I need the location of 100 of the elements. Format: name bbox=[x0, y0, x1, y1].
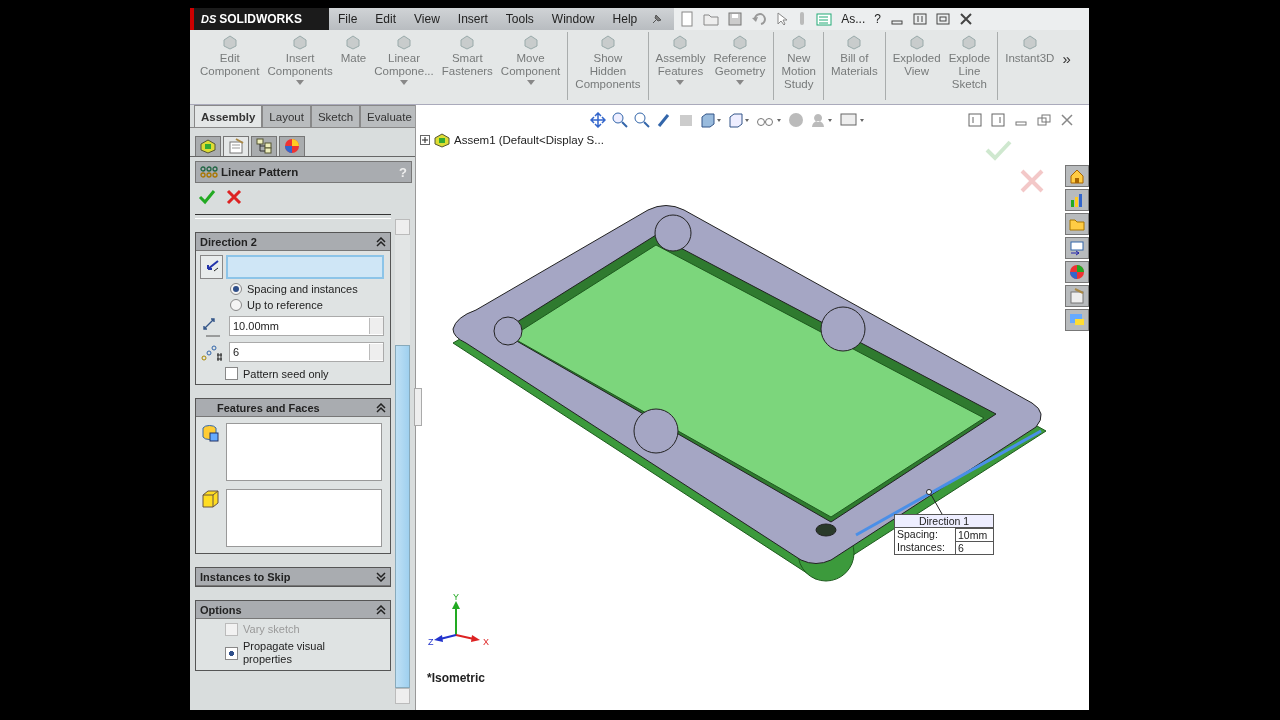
ribbon-button[interactable]: Show Hidden Components bbox=[567, 32, 645, 100]
caret-icon bbox=[676, 80, 685, 85]
caret-icon bbox=[526, 80, 535, 85]
tool-icon bbox=[960, 34, 979, 50]
ribbon-button[interactable]: Bill of Materials bbox=[823, 32, 882, 100]
task-pane-tab[interactable] bbox=[1065, 237, 1089, 259]
zoom-icon[interactable] bbox=[612, 112, 628, 128]
new-document-icon[interactable] bbox=[680, 11, 695, 27]
tree-item[interactable]: Assem1 (Default<Display S... bbox=[454, 134, 604, 146]
cube-icon bbox=[199, 138, 217, 154]
ribbon-button[interactable]: Explode Line Sketch bbox=[944, 32, 995, 93]
callout-value[interactable]: 6 bbox=[955, 541, 993, 554]
close-icon[interactable] bbox=[1060, 113, 1074, 127]
undo-icon[interactable] bbox=[751, 12, 768, 26]
checkbox[interactable] bbox=[225, 367, 238, 380]
display-style-icon[interactable] bbox=[728, 112, 750, 128]
tool-icon bbox=[671, 34, 690, 50]
direction-field[interactable] bbox=[226, 255, 384, 279]
folder-icon[interactable] bbox=[703, 12, 720, 26]
pattern-icon bbox=[200, 166, 218, 178]
task-pane-tab[interactable] bbox=[1065, 213, 1089, 235]
cancel-icon[interactable] bbox=[226, 189, 242, 205]
radio-button[interactable] bbox=[230, 283, 242, 295]
task-pane-tab[interactable] bbox=[1065, 285, 1089, 307]
ribbon-button[interactable]: Exploded View bbox=[884, 32, 945, 100]
panel-collapse-handle[interactable] bbox=[414, 388, 422, 426]
command-tab[interactable]: Sketch bbox=[310, 105, 361, 127]
tool-icon bbox=[1020, 34, 1039, 50]
restore-icon[interactable] bbox=[1037, 113, 1051, 127]
section-header[interactable]: Options bbox=[196, 601, 390, 619]
ribbon-button[interactable]: Mate bbox=[336, 32, 371, 67]
ribbon-button[interactable]: Assembly Features bbox=[647, 32, 710, 100]
menu-item[interactable]: Edit bbox=[366, 12, 406, 26]
scene-icon[interactable] bbox=[810, 112, 834, 128]
tool-icon bbox=[344, 34, 363, 50]
maximize-icon[interactable] bbox=[935, 12, 950, 26]
menu-item[interactable]: File bbox=[329, 12, 367, 26]
view-orientation-icon[interactable] bbox=[700, 112, 722, 128]
tree-tab[interactable] bbox=[195, 136, 221, 156]
ribbon-button[interactable]: Move Component bbox=[496, 32, 565, 87]
callout-label: Instances: bbox=[896, 541, 946, 554]
task-pane-tab[interactable] bbox=[1065, 189, 1089, 211]
spacing-field[interactable]: 10.00mm bbox=[229, 316, 384, 336]
check-icon[interactable] bbox=[984, 138, 1012, 162]
expand-icon[interactable] bbox=[420, 135, 430, 145]
selection-list[interactable] bbox=[226, 489, 382, 547]
instances-field[interactable]: 6 bbox=[229, 342, 384, 362]
menu-item[interactable]: Insert bbox=[448, 12, 497, 26]
pan-icon[interactable] bbox=[590, 112, 606, 128]
reverse-direction-button[interactable] bbox=[200, 255, 223, 279]
cursor-icon[interactable] bbox=[776, 12, 789, 26]
menu-item[interactable]: Tools bbox=[496, 12, 543, 26]
radio-label: Spacing and instances bbox=[247, 283, 358, 295]
command-tab[interactable]: Assembly bbox=[194, 105, 263, 127]
wand-icon[interactable] bbox=[656, 112, 672, 128]
ribbon-button[interactable]: Insert Components bbox=[263, 32, 337, 87]
split-view-icon[interactable] bbox=[991, 113, 1005, 127]
tool-icon bbox=[598, 34, 617, 50]
feature-icon bbox=[200, 423, 220, 443]
ribbon-button[interactable]: New Motion Study bbox=[773, 32, 820, 100]
selection-list[interactable] bbox=[226, 423, 382, 481]
search-text[interactable]: As... bbox=[841, 12, 866, 26]
caret-icon bbox=[296, 80, 305, 85]
ribbon-button[interactable]: Smart Fasteners bbox=[437, 32, 497, 80]
section-header[interactable]: Direction 2 bbox=[196, 233, 390, 251]
property-tab[interactable] bbox=[223, 136, 249, 156]
configuration-tab[interactable] bbox=[251, 136, 277, 156]
callout-value[interactable]: 10mm bbox=[955, 528, 993, 541]
command-tab[interactable]: Layout bbox=[262, 105, 311, 127]
chevron-icon bbox=[376, 402, 386, 413]
section-header[interactable]: Features and Faces bbox=[196, 399, 390, 417]
menu-item[interactable]: View bbox=[405, 12, 449, 26]
display-tab[interactable] bbox=[279, 136, 305, 156]
menu-item[interactable]: Help bbox=[603, 12, 647, 26]
ribbon-button[interactable]: Edit Component bbox=[196, 32, 264, 80]
ok-icon[interactable] bbox=[198, 189, 216, 205]
tool-icon bbox=[845, 34, 864, 50]
tile-icon[interactable] bbox=[912, 12, 927, 26]
ribbon-button[interactable]: Linear Compone... bbox=[370, 32, 438, 87]
task-pane-tab[interactable] bbox=[1065, 309, 1089, 331]
scrollbar[interactable] bbox=[395, 219, 410, 704]
task-pane-tab[interactable] bbox=[1065, 261, 1089, 283]
options-icon[interactable] bbox=[816, 12, 833, 26]
save-icon[interactable] bbox=[728, 12, 743, 26]
ribbon-button[interactable]: Reference Geometry bbox=[709, 32, 771, 87]
split-view-icon[interactable] bbox=[968, 113, 982, 127]
menu-item[interactable]: Window bbox=[542, 12, 604, 26]
appearance-icon[interactable] bbox=[788, 112, 804, 128]
checkbox[interactable] bbox=[225, 646, 238, 660]
tool-icon bbox=[220, 34, 239, 50]
ribbon-button[interactable]: Instant3D bbox=[997, 32, 1059, 100]
close-icon[interactable] bbox=[958, 12, 973, 26]
monitor-icon[interactable] bbox=[840, 112, 866, 128]
section-header[interactable]: Instances to Skip bbox=[196, 568, 390, 586]
help-button[interactable]: ? bbox=[874, 12, 881, 26]
app-logo: DS SOLIDWORKS bbox=[190, 8, 329, 30]
task-pane-tab[interactable] bbox=[1065, 165, 1089, 187]
more-button[interactable]: » bbox=[1058, 32, 1075, 67]
zoom-area-icon[interactable] bbox=[634, 112, 650, 128]
radio-button[interactable] bbox=[230, 299, 242, 311]
